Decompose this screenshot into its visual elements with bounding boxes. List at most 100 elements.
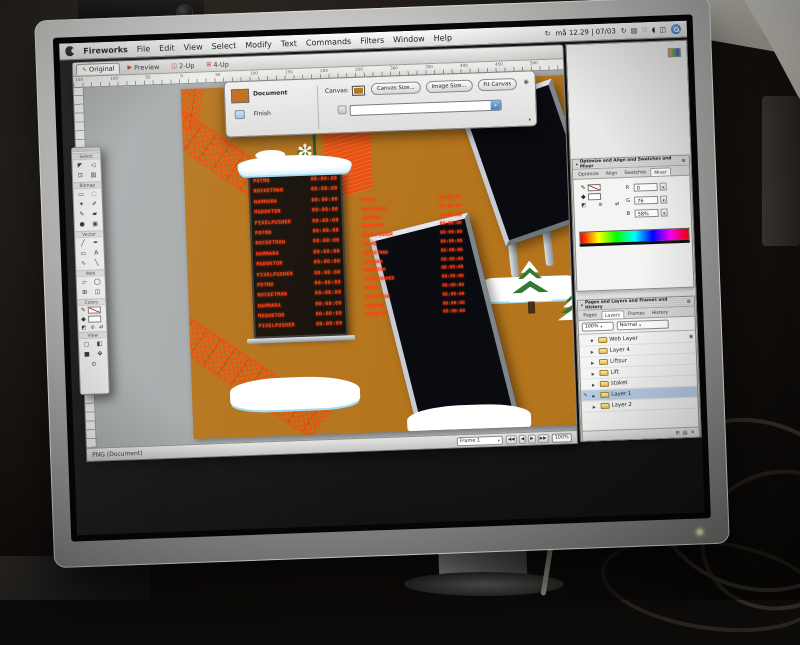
tab-mixer[interactable]: Mixer [650, 167, 671, 176]
tab-2up[interactable]: ◫2-Up [166, 60, 199, 72]
panel-menu-icon[interactable]: ≡ [687, 298, 691, 304]
tab-align[interactable]: Align [603, 169, 621, 178]
menu-item[interactable]: Window [393, 34, 425, 44]
stepper-icon[interactable]: ▾ [660, 182, 667, 190]
frame-selector[interactable]: Frame 1▾ [457, 435, 503, 446]
color-palette-icon[interactable] [668, 48, 681, 57]
zoom-tool[interactable]: ⊙ [87, 359, 100, 369]
volume-menu-icon[interactable]: ◖ [651, 26, 655, 34]
disclosure-arrow-icon[interactable]: ▾ [581, 303, 583, 308]
export-preset-select[interactable]: ▾ [349, 100, 501, 117]
full-screen-mode-button[interactable]: ■ [80, 350, 93, 360]
blend-mode-select[interactable]: Normal▾ [617, 320, 669, 331]
menu-item[interactable]: View [183, 42, 202, 52]
eraser-tool[interactable]: ▰ [88, 209, 101, 219]
full-screen-with-menus-button[interactable]: ◧ [93, 339, 106, 349]
expand-arrow-icon[interactable]: ▶ [591, 349, 597, 354]
standard-screen-mode-button[interactable]: ▢ [80, 340, 93, 350]
menu-clock[interactable]: må 12.29 | 07/03 [555, 27, 616, 37]
display-menu-icon[interactable]: ▤ [631, 26, 638, 34]
knife-tool[interactable]: ╲ [90, 258, 103, 268]
text-tool[interactable]: A [90, 248, 103, 258]
tab-history[interactable]: History [649, 308, 672, 317]
fill-color-well[interactable] [88, 315, 101, 322]
hide-slices-tool[interactable]: ◫ [91, 287, 104, 297]
tab-4up[interactable]: ⊞4-Up [201, 58, 234, 70]
default-colors-icon[interactable]: ◩ [81, 325, 86, 331]
panel-options-icon[interactable]: ◉ [523, 78, 529, 85]
stepper-icon[interactable]: ▾ [660, 195, 667, 203]
tab-pages[interactable]: Pages [580, 311, 600, 320]
menu-item[interactable]: Modify [245, 39, 272, 49]
canvas-size-button[interactable]: Canvas Size... [371, 81, 421, 95]
panel-menu-icon[interactable]: ≡ [681, 157, 685, 163]
tab-layers[interactable]: Layers [601, 310, 624, 319]
fill-color-well[interactable] [588, 193, 601, 200]
freeform-tool[interactable]: ∿ [77, 259, 90, 269]
delete-layer-icon[interactable]: ✕ [690, 429, 694, 435]
menu-item[interactable]: Text [281, 38, 298, 48]
apple-menu-icon[interactable] [65, 46, 74, 56]
menu-item[interactable]: Filters [360, 35, 384, 45]
color-value-input[interactable]: 58% [635, 208, 659, 217]
line-tool[interactable]: ╱ [76, 239, 89, 249]
opacity-input[interactable]: 100%▾ [582, 322, 614, 332]
tab-frames[interactable]: Frames [625, 309, 648, 318]
last-frame-icon[interactable]: ▶▶ [537, 434, 548, 443]
slice-tool[interactable]: ⊞ [78, 288, 91, 298]
no-color-icon[interactable]: ⊘ [598, 202, 602, 208]
new-sub-layer-icon[interactable]: ⊞ [675, 430, 679, 436]
menu-item[interactable]: File [137, 44, 151, 53]
scale-tool[interactable]: ⊡ [74, 171, 87, 181]
zoom-level[interactable]: 100% [551, 433, 572, 443]
stroke-color-well[interactable] [88, 306, 101, 313]
menu-item[interactable]: Help [434, 33, 453, 43]
spotlight-icon[interactable] [671, 24, 681, 34]
rubber-stamp-tool[interactable]: ▣ [89, 219, 102, 229]
color-value-input[interactable]: 76 [634, 195, 658, 204]
lasso-tool[interactable]: ◌ [87, 189, 100, 199]
color-value-input[interactable]: 0 [634, 182, 658, 191]
blur-tool[interactable]: ● [76, 220, 89, 230]
menu-item[interactable]: Fireworks [83, 45, 128, 56]
circle-hotspot-tool[interactable]: ◯ [91, 277, 104, 287]
marquee-tool[interactable]: ▭ [74, 190, 87, 200]
swap-colors-icon[interactable]: ⇄ [99, 324, 103, 330]
tab-optimize[interactable]: Optimize [575, 170, 602, 179]
magic-wand-tool[interactable]: ✦ [75, 200, 88, 210]
sync-menu-icon[interactable]: ↻ [621, 27, 627, 35]
color-ramp[interactable] [579, 228, 689, 247]
export-options-icon[interactable] [338, 105, 347, 114]
first-frame-icon[interactable]: ◀◀ [506, 435, 517, 444]
disclosure-arrow-icon[interactable]: ▾ [576, 162, 578, 167]
pencil-tool[interactable]: ✎ [75, 210, 88, 220]
default-colors-icon[interactable]: ◩ [581, 202, 586, 208]
canvas-color-swatch[interactable] [352, 85, 365, 95]
menu-item[interactable]: Edit [159, 43, 175, 53]
input-menu-icon[interactable]: ◫ [659, 25, 666, 33]
menu-item[interactable]: Select [211, 41, 236, 51]
pen-tool[interactable]: ✒ [89, 238, 102, 248]
sync-menu-icon[interactable]: ↻ [545, 30, 551, 38]
brush-tool[interactable]: ✐ [88, 199, 101, 209]
expand-arrow-icon[interactable]: ▶ [592, 393, 598, 398]
tab-original[interactable]: ✎Original [76, 62, 121, 75]
expand-arrow-icon[interactable]: ▶ [593, 404, 599, 409]
image-size-button[interactable]: Image Size... [425, 80, 472, 94]
expand-arrow-icon[interactable]: ▼ [590, 338, 596, 343]
collapse-arrow-icon[interactable]: ▴ [529, 116, 532, 122]
prev-frame-icon[interactable]: ◀ [519, 434, 527, 443]
expand-arrow-icon[interactable]: ▶ [592, 382, 598, 387]
tab-swatches[interactable]: Swatches [621, 168, 649, 177]
rectangle-hotspot-tool[interactable]: ▱ [78, 278, 91, 288]
heart-menu-icon[interactable]: ♡ [641, 26, 648, 34]
no-color-icon[interactable]: ⊘ [91, 325, 95, 331]
stroke-color-well[interactable] [588, 184, 601, 191]
combo-stepper-icon[interactable]: ▾ [490, 101, 500, 110]
play-icon[interactable]: ▶ [528, 434, 536, 443]
menu-item[interactable]: Commands [306, 36, 352, 47]
crop-tool[interactable]: ▧ [87, 170, 100, 180]
tab-preview[interactable]: ▶Preview [122, 61, 164, 74]
expand-arrow-icon[interactable]: ▶ [591, 371, 597, 376]
swap-colors-icon[interactable]: ⇄ [615, 201, 619, 207]
